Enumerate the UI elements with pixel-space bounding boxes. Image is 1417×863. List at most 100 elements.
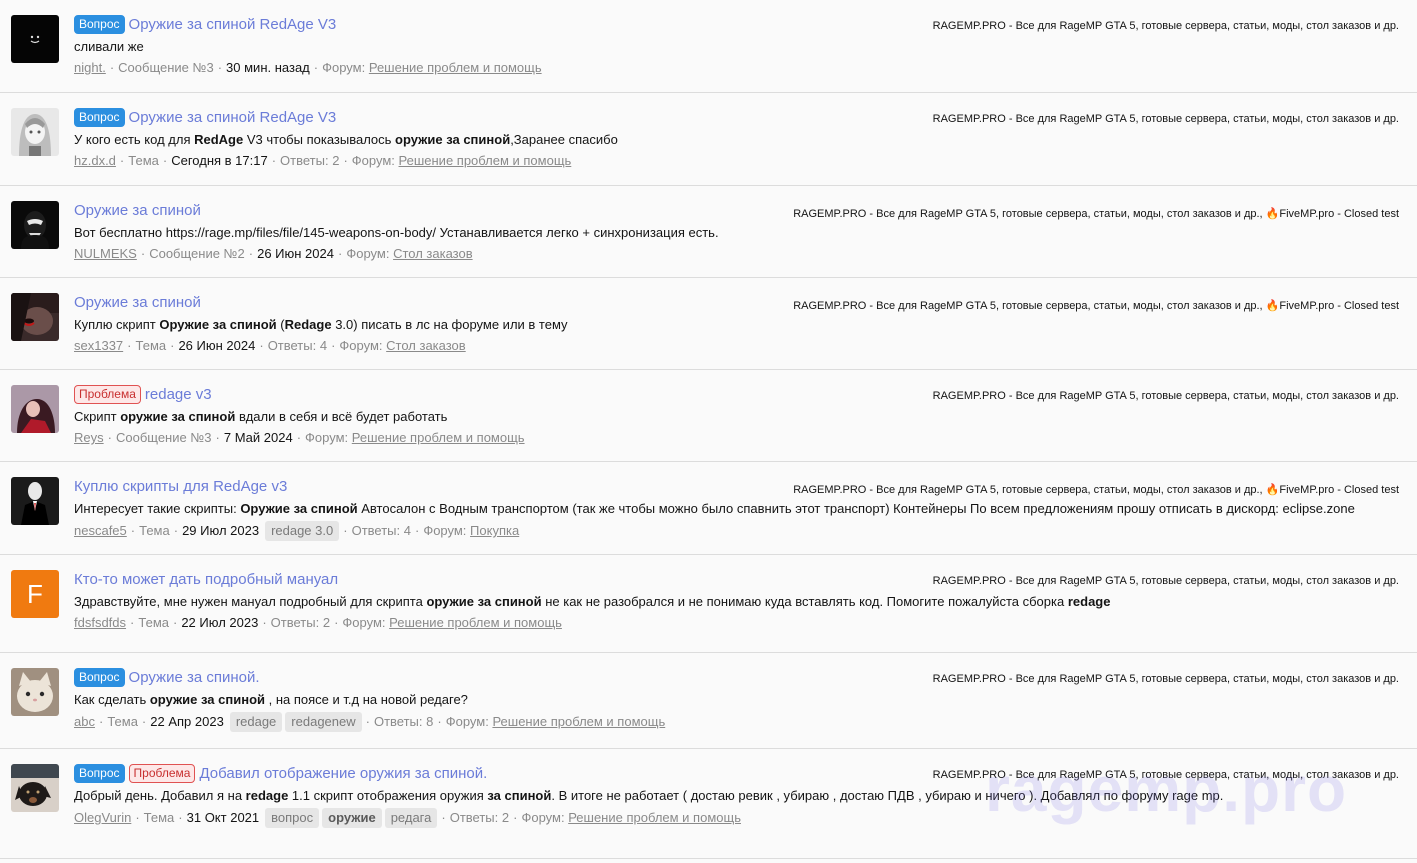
- forum-prefix: Форум:: [305, 430, 349, 445]
- search-result-item: F RAGEMP.PRO - Все для RageMP GTA 5, гото…: [0, 555, 1417, 653]
- forum-link[interactable]: Стол заказов: [393, 245, 473, 263]
- result-origin: RAGEMP.PRO - Все для RageMP GTA 5, готов…: [933, 113, 1399, 125]
- author-link[interactable]: night.: [74, 59, 106, 77]
- search-result-item: RAGEMP.PRO - Все для RageMP GTA 5, готов…: [0, 653, 1417, 749]
- thread-title-link[interactable]: Кто-то может дать подробный мануал: [74, 571, 338, 588]
- user-avatar[interactable]: [11, 293, 59, 341]
- post-date: 22 Апр 2023: [150, 714, 224, 729]
- thread-title-link[interactable]: Добавил отображение оружия за спиной.: [199, 765, 487, 782]
- origin-text: RAGEMP.PRO - Все для RageMP GTA 5, готов…: [932, 390, 1399, 402]
- tag-chip[interactable]: редага: [384, 808, 438, 828]
- meta-separator: ·: [271, 153, 277, 168]
- label-problem[interactable]: Проблема: [74, 385, 141, 404]
- thread-title-link[interactable]: Оружие за спиной RedAge V3: [129, 16, 337, 33]
- post-date: 26 Июн 2024: [178, 338, 256, 353]
- forum-prefix: Форум:: [351, 153, 395, 168]
- forum-link[interactable]: Решение проблем и помощь: [399, 152, 572, 170]
- origin-text: RAGEMP.PRO - Все для RageMP GTA 5, готов…: [793, 208, 1263, 220]
- author-link[interactable]: sex1337: [74, 337, 123, 355]
- forum-link[interactable]: Покупка: [470, 522, 519, 540]
- fire-icon: 🔥: [1262, 300, 1280, 312]
- meta-separator: ·: [343, 523, 348, 538]
- result-snippet: У кого есть код для RedAge V3 чтобы пока…: [74, 131, 1399, 148]
- label-question[interactable]: Вопрос: [74, 668, 125, 687]
- forum-link[interactable]: Стол заказов: [386, 337, 466, 355]
- result-origin: RAGEMP.PRO - Все для RageMP GTA 5, готов…: [933, 769, 1399, 781]
- user-avatar[interactable]: [11, 385, 59, 433]
- highlighted-term: оружие за спиной: [149, 692, 265, 707]
- forum-link[interactable]: Решение проблем и помощь: [369, 59, 542, 77]
- origin-extra: FiveMP.pro - Closed test: [1279, 484, 1399, 496]
- author-link[interactable]: Reys: [74, 429, 104, 447]
- highlighted-term: Оружие за спиной: [240, 501, 358, 516]
- text-fragment: не как не разобрался и не понимаю куда в…: [541, 594, 1068, 609]
- user-avatar[interactable]: [11, 477, 59, 525]
- author-link[interactable]: fdsfsdfds: [74, 614, 126, 632]
- fire-icon: 🔥: [1262, 208, 1280, 220]
- text-fragment: Куплю скрипты для: [74, 478, 214, 495]
- text-fragment: Как сделать: [74, 692, 150, 707]
- forum-prefix: Форум:: [342, 615, 386, 630]
- text-fragment: У кого есть код для: [74, 132, 195, 147]
- tag-chip[interactable]: redagenew: [285, 712, 362, 732]
- origin-text: RAGEMP.PRO - Все для RageMP GTA 5, готов…: [932, 769, 1399, 781]
- reply-count: Ответы: 8: [373, 714, 434, 729]
- author-link[interactable]: nescafe5: [74, 522, 127, 540]
- highlighted-term: оружие за спиной: [426, 594, 542, 609]
- forum-prefix: Форум:: [445, 714, 489, 729]
- search-result-item: RAGEMP.PRO - Все для RageMP GTA 5, готов…: [0, 462, 1417, 555]
- thread-title-link[interactable]: Оружие за спиной: [74, 202, 201, 219]
- label-question[interactable]: Вопрос: [74, 15, 125, 34]
- tag-chip[interactable]: redage 3.0: [265, 521, 340, 541]
- result-origin: RAGEMP.PRO - Все для RageMP GTA 5, готов…: [793, 207, 1399, 220]
- forum-link[interactable]: Решение проблем и помощь: [352, 429, 525, 447]
- highlighted-term: redage: [245, 788, 289, 803]
- forum-link[interactable]: Решение проблем и помощь: [389, 614, 562, 632]
- tag-chip[interactable]: оружие: [322, 808, 382, 828]
- forum-link[interactable]: Решение проблем и помощь: [568, 809, 741, 827]
- highlighted-term: оружие за спиной: [120, 409, 236, 424]
- user-avatar[interactable]: [11, 764, 59, 812]
- label-question[interactable]: Вопрос: [74, 108, 125, 127]
- thread-title-link[interactable]: Куплю скрипты для RedAge v3: [74, 478, 287, 495]
- meta-separator: ·: [127, 338, 132, 353]
- forum-link[interactable]: Решение проблем и помощь: [492, 713, 665, 731]
- origin-text: RAGEMP.PRO - Все для RageMP GTA 5, готов…: [932, 575, 1399, 587]
- meta-separator: ·: [441, 810, 446, 825]
- result-meta: OlegVurin · Тема · 31 Окт 2021 вопрос оружие ре…: [74, 808, 1399, 828]
- post-date: 30 мин. назад: [226, 60, 310, 75]
- highlighted-term: за спиной: [487, 788, 552, 803]
- tag-chip[interactable]: вопрос: [265, 808, 320, 828]
- thread-title-link[interactable]: redage v3: [145, 386, 212, 403]
- meta-separator: ·: [331, 338, 336, 353]
- text-fragment: Автосалон с Водным транспортом (так же ч…: [357, 501, 1355, 516]
- thread-title-link[interactable]: Оружие за спиной RedAge V3: [129, 109, 337, 126]
- result-kind: Тема: [128, 153, 159, 168]
- meta-separator: ·: [343, 153, 348, 168]
- highlighted-term: оружие за спиной: [395, 132, 511, 147]
- text-fragment: V3 чтобы показывалось: [243, 132, 396, 147]
- origin-text: RAGEMP.PRO - Все для RageMP GTA 5, готов…: [793, 484, 1263, 496]
- user-avatar[interactable]: [11, 201, 59, 249]
- author-link[interactable]: NULMEKS: [74, 245, 137, 263]
- tag-chip[interactable]: redage: [229, 712, 283, 732]
- user-avatar[interactable]: F: [11, 570, 59, 618]
- forum-prefix: Форум:: [521, 810, 565, 825]
- thread-title-link[interactable]: Оружие за спиной.: [129, 669, 260, 686]
- user-avatar[interactable]: [11, 668, 59, 716]
- author-link[interactable]: abc: [74, 713, 95, 731]
- user-avatar[interactable]: [11, 15, 59, 63]
- reply-count: Ответы: 2: [449, 810, 510, 825]
- result-origin: RAGEMP.PRO - Все для RageMP GTA 5, готов…: [793, 483, 1399, 496]
- highlighted-term: Redage: [284, 317, 332, 332]
- label-problem[interactable]: Проблема: [128, 764, 196, 783]
- result-kind: Тема: [107, 714, 138, 729]
- meta-separator: ·: [414, 523, 420, 538]
- meta-separator: ·: [109, 60, 115, 75]
- user-avatar[interactable]: [11, 108, 59, 156]
- meta-separator: ·: [259, 338, 264, 353]
- thread-title-link[interactable]: Оружие за спиной: [74, 294, 201, 311]
- author-link[interactable]: OlegVurin: [74, 809, 131, 827]
- label-question[interactable]: Вопрос: [74, 764, 125, 783]
- author-link[interactable]: hz.dx.d: [74, 152, 116, 170]
